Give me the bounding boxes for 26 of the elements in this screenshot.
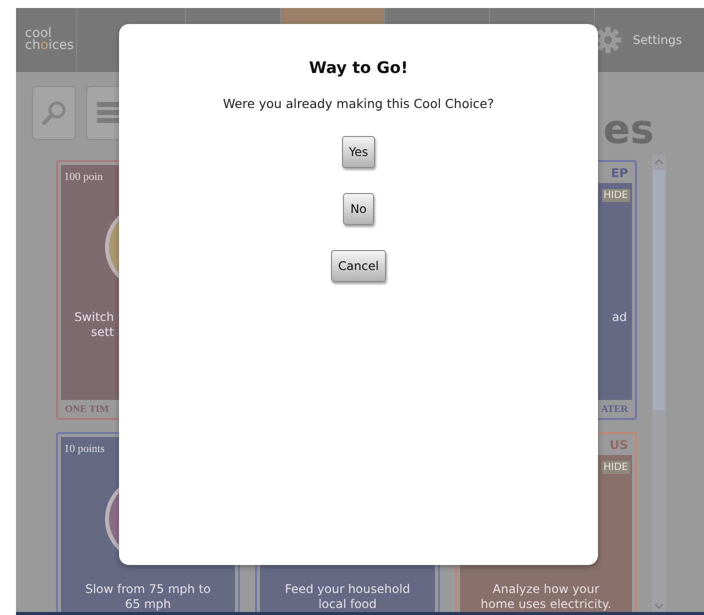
dialog-button[interactable]: No bbox=[343, 193, 374, 225]
card-text: Slow from 75 mph to 65 mph bbox=[84, 582, 212, 612]
scroll-thumb[interactable] bbox=[652, 169, 666, 411]
dialog-button[interactable]: Cancel bbox=[331, 250, 386, 282]
card-text: Feed your household local food bbox=[284, 582, 412, 612]
hide-tag[interactable]: HIDE bbox=[602, 189, 630, 202]
card-category: EP bbox=[610, 165, 629, 182]
card-text: Switch sett bbox=[73, 310, 114, 340]
dialog-title: Way to Go! bbox=[308, 58, 408, 77]
dialog-button[interactable]: Yes bbox=[342, 136, 376, 168]
search-icon bbox=[40, 99, 68, 127]
card-text: Analyze how your home uses electricity. bbox=[480, 582, 612, 612]
card-points: 10 points bbox=[63, 442, 106, 455]
scrollbar[interactable] bbox=[652, 155, 666, 612]
card-frequency: ONE TIM bbox=[64, 403, 110, 415]
scroll-up-icon[interactable] bbox=[655, 158, 663, 164]
card-points: 100 poin bbox=[63, 170, 104, 183]
card-frequency: ATER bbox=[600, 403, 629, 415]
scroll-down-icon[interactable] bbox=[655, 604, 663, 608]
logo[interactable]: cool choices bbox=[16, 8, 76, 72]
card-text: ad bbox=[611, 310, 627, 325]
card-category: US bbox=[608, 437, 629, 454]
settings-link[interactable]: Settings bbox=[632, 33, 682, 47]
dialog-message: Were you already making this Cool Choice? bbox=[222, 96, 494, 111]
search-button[interactable] bbox=[32, 86, 76, 140]
hide-tag[interactable]: HIDE bbox=[602, 461, 630, 474]
